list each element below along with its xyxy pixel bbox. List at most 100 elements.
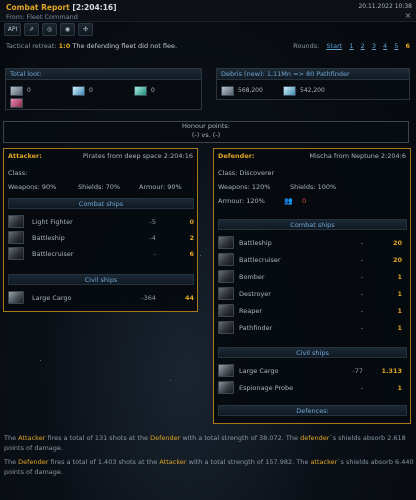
report-title-text: Combat Report (6, 3, 70, 12)
summary-defender: Defender (18, 458, 49, 466)
retreat-label: Tactical retreat: (6, 42, 57, 50)
ship-lost: - (360, 307, 363, 315)
rounds-nav: Rounds: Start 1 2 3 4 5 6 (293, 42, 410, 50)
eye-icon[interactable]: ◉ (60, 23, 75, 36)
debris-title[interactable]: Debris (new): 1,11Mn => 80 Pathfinder (217, 69, 409, 80)
espionage-probe-icon (218, 381, 234, 394)
report-header: Combat Report [2:204:16] From: Fleet Com… (0, 0, 416, 22)
attacker-armour: Armour: 90% (139, 183, 182, 191)
round-link-5[interactable]: 5 (394, 42, 398, 50)
attacker-ship-row: Battlecruiser - 6 (8, 247, 194, 261)
rounds-label: Rounds: (293, 42, 320, 50)
round-link-3[interactable]: 3 (372, 42, 376, 50)
debris-metal-value: 568,200 (238, 87, 263, 94)
defender-defences-header: Defences: (218, 405, 407, 416)
star (170, 380, 171, 381)
ship-remaining: 1 (397, 290, 402, 298)
simulate-icon[interactable]: ✣ (78, 23, 93, 36)
honour-points-panel: Honour points: (-) vs. (-) (3, 121, 409, 143)
attacker-ship-row: Large Cargo -364 44 (8, 291, 194, 305)
ship-lost: - (360, 256, 363, 264)
close-icon[interactable]: × (404, 12, 412, 20)
battleship-icon (8, 231, 24, 244)
battlecruiser-icon (218, 253, 234, 266)
ship-name: Battleship (239, 239, 272, 247)
ship-lost: - (360, 273, 363, 281)
large-cargo-icon (8, 291, 24, 304)
ship-name: Destroyer (239, 290, 271, 298)
ship-name: Large Cargo (32, 294, 72, 302)
defender-class-label: Class: (218, 169, 238, 177)
defender-ship-row: Reaper - 1 (218, 304, 407, 318)
debris-crystal-value: 542,200 (300, 87, 325, 94)
loot-deuterium: 0 (134, 86, 184, 96)
total-loot-panel: Total loot: 0 0 0 (5, 68, 202, 110)
ship-lost: - (153, 250, 156, 258)
pathfinder-icon (218, 321, 234, 334)
lifeform-people-icon: 👥 (284, 197, 293, 205)
ship-remaining: 2 (189, 234, 194, 242)
ship-name: Light Fighter (32, 218, 73, 226)
ship-lost: - (360, 239, 363, 247)
ship-lost: -364 (141, 294, 156, 302)
summary-defender: Defender (150, 434, 181, 442)
defender-ship-row: Espionage Probe - 1 (218, 381, 407, 395)
ship-lost: - (360, 290, 363, 298)
defender-ship-row: Large Cargo -77 1.313 (218, 364, 407, 378)
star (40, 360, 41, 361)
round-link-6[interactable]: 6 (405, 42, 410, 50)
summary-text: fires a total of 1.403 shots at the (50, 458, 158, 466)
metal-icon (221, 86, 234, 96)
defender-name: Mischa from Neptune 2:204:6 (309, 152, 406, 160)
round-start-link[interactable]: Start (326, 42, 342, 50)
ship-name: Large Cargo (239, 367, 279, 375)
debris-metal: 568,200 (221, 86, 281, 96)
summary-attacker: Attacker (159, 458, 187, 466)
reaper-icon (218, 304, 234, 317)
attacker-combat-ships-header: Combat ships (8, 198, 194, 209)
loot-metal-value: 0 (27, 87, 31, 94)
attacker-title: Attacker: (8, 152, 42, 160)
ship-remaining: 1 (397, 324, 402, 332)
bomber-icon (218, 270, 234, 283)
light-fighter-icon (8, 215, 24, 228)
defender-weapons: Weapons: 120% (218, 183, 271, 191)
share-icon[interactable]: ⇗ (24, 23, 39, 36)
loot-crystal-value: 0 (89, 87, 93, 94)
large-cargo-icon (218, 364, 234, 377)
api-button[interactable]: API (4, 23, 21, 36)
attacker-name: Pirates from deep space 2:204:16 (82, 152, 193, 160)
defender-ship-row: Pathfinder - 1 (218, 321, 407, 335)
loot-metal: 0 (10, 86, 60, 96)
target-icon[interactable]: ◎ (42, 23, 57, 36)
summary-defender: defender (300, 434, 330, 442)
ship-remaining: 1 (397, 307, 402, 315)
round-link-4[interactable]: 4 (383, 42, 387, 50)
metal-icon (10, 86, 23, 96)
ship-name: Reaper (239, 307, 263, 315)
destroyer-icon (218, 287, 234, 300)
report-coordinates[interactable]: [2:204:16] (72, 3, 116, 12)
ship-lost: -4 (149, 234, 156, 242)
defender-combat-ships-header: Combat ships (218, 219, 407, 230)
battleship-icon (218, 236, 234, 249)
loot-food (10, 98, 60, 108)
ship-remaining: 6 (189, 250, 194, 258)
retreat-ratio: 1:0 (58, 42, 71, 50)
honour-title: Honour points: (182, 122, 230, 130)
round-link-2[interactable]: 2 (361, 42, 365, 50)
attacker-ship-row: Light Fighter -5 0 (8, 215, 194, 229)
debris-panel: Debris (new): 1,11Mn => 80 Pathfinder 56… (216, 68, 410, 100)
deuterium-icon (134, 86, 147, 96)
defender-panel: Defender: Mischa from Neptune 2:204:6 Cl… (213, 148, 411, 424)
summary-text: The (4, 458, 17, 466)
ship-lost: -5 (149, 218, 156, 226)
round-link-1[interactable]: 1 (349, 42, 353, 50)
honour-value: (-) vs. (-) (191, 131, 221, 139)
star (200, 255, 201, 256)
total-loot-title: Total loot: (6, 69, 201, 80)
ship-name: Battlecruiser (32, 250, 74, 258)
summary-text: The (4, 434, 17, 442)
summary-attacker: Attacker (18, 434, 46, 442)
ship-lost: -77 (352, 367, 363, 375)
